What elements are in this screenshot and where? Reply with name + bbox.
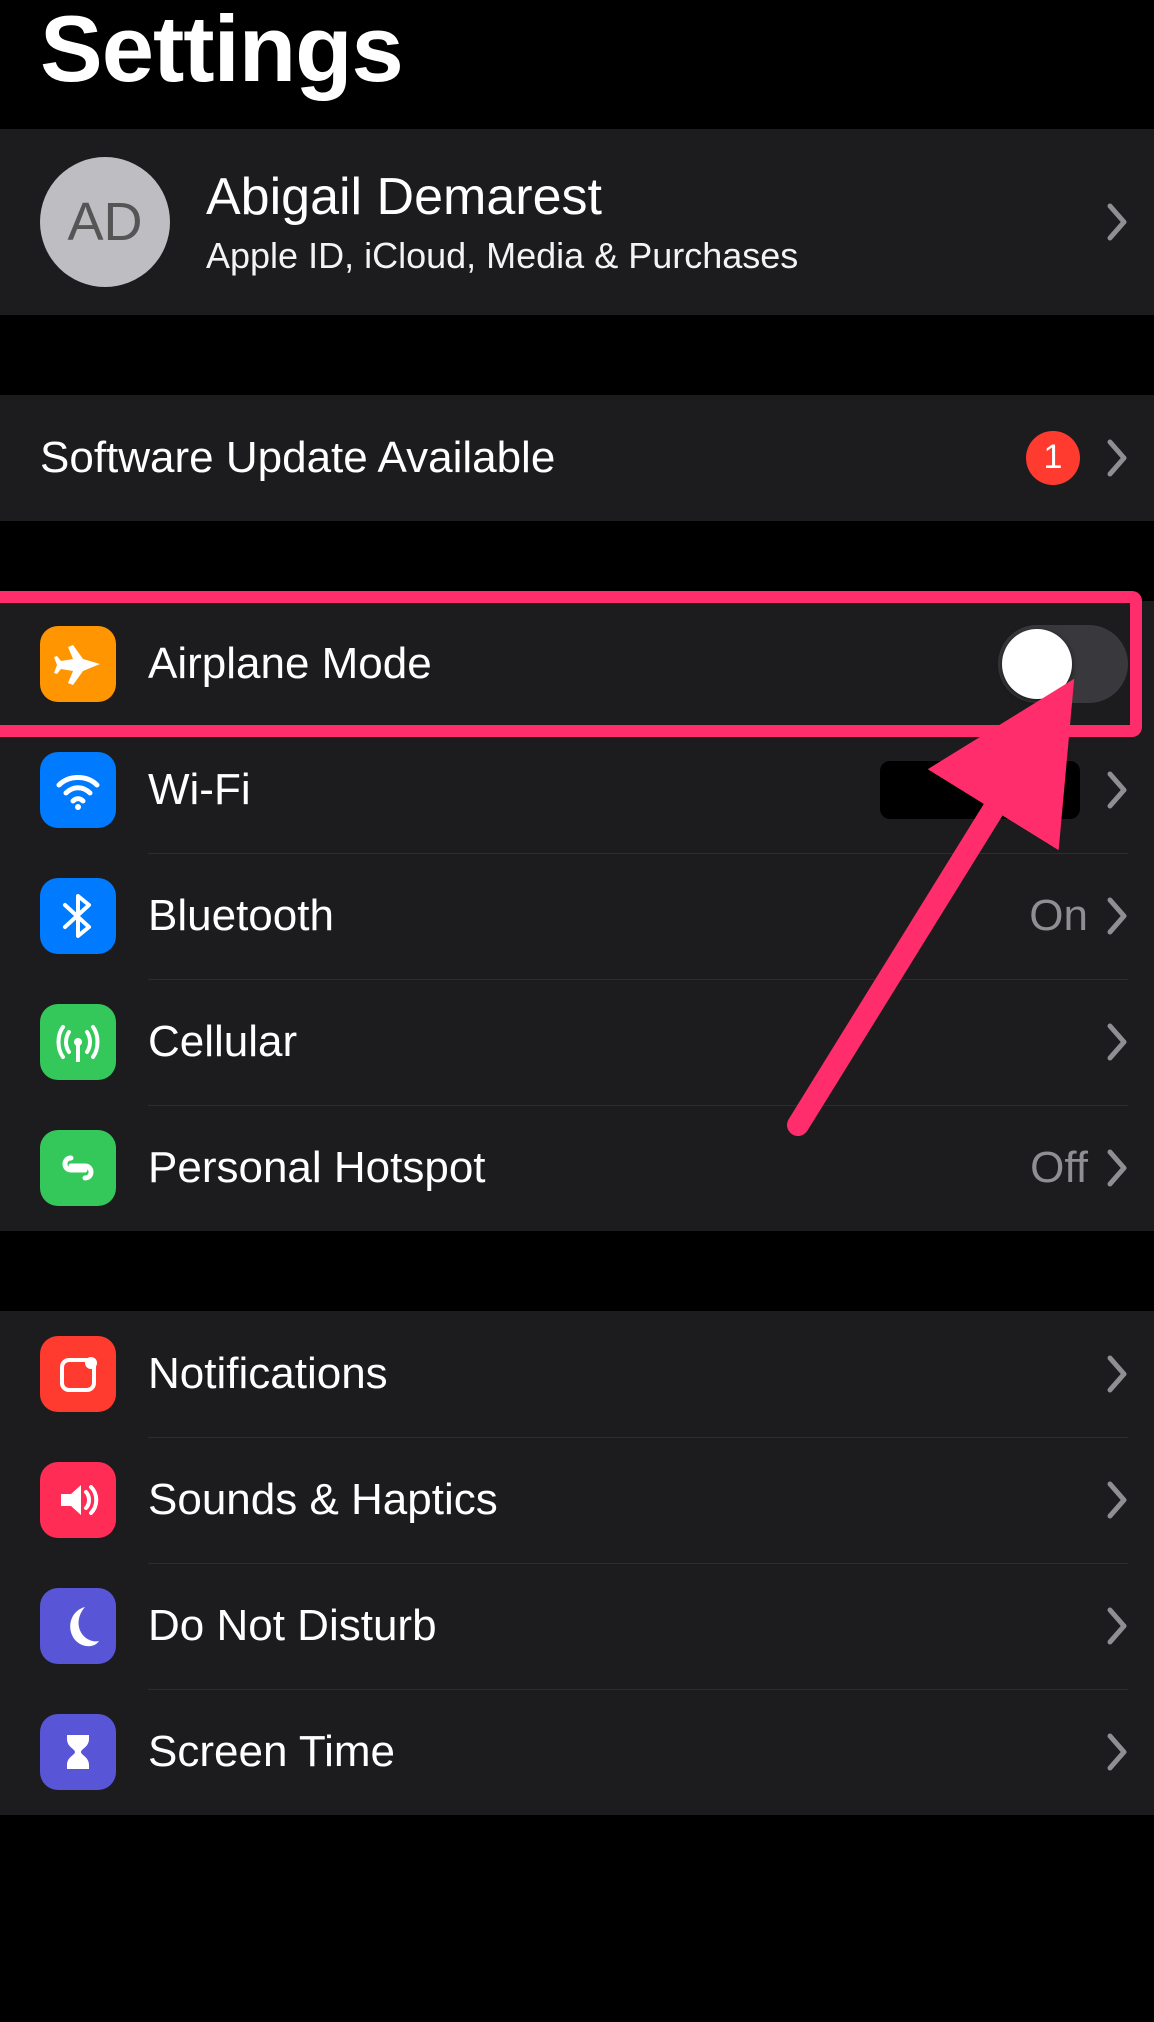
hotspot-row[interactable]: Personal Hotspot Off [0,1105,1154,1231]
chevron-right-icon [1106,770,1128,810]
airplane-icon [40,626,116,702]
notifications-icon [40,1336,116,1412]
wifi-value-redacted [880,761,1080,819]
chevron-right-icon [1106,1732,1128,1772]
sounds-icon [40,1462,116,1538]
software-update-label: Software Update Available [0,433,1026,483]
connectivity-group: Airplane Mode Wi-Fi Bluetooth On [0,601,1154,1231]
profile-group: AD Abigail Demarest Apple ID, iCloud, Me… [0,129,1154,315]
dnd-row[interactable]: Do Not Disturb [0,1563,1154,1689]
chevron-right-icon [1106,896,1128,936]
airplane-mode-row[interactable]: Airplane Mode [0,601,1154,727]
wifi-row[interactable]: Wi-Fi [0,727,1154,853]
hourglass-icon [40,1714,116,1790]
software-update-row[interactable]: Software Update Available 1 [0,395,1154,521]
airplane-label: Airplane Mode [148,639,998,689]
bluetooth-value: On [1029,891,1088,941]
general-group: Notifications Sounds & Haptics Do Not Di… [0,1311,1154,1815]
moon-icon [40,1588,116,1664]
chevron-right-icon [1106,1606,1128,1646]
hotspot-icon [40,1130,116,1206]
airplane-mode-toggle[interactable] [998,625,1128,703]
toggle-knob [1002,629,1072,699]
sounds-row[interactable]: Sounds & Haptics [0,1437,1154,1563]
wifi-icon [40,752,116,828]
cellular-label: Cellular [148,1017,1106,1067]
bluetooth-row[interactable]: Bluetooth On [0,853,1154,979]
chevron-right-icon [1106,1354,1128,1394]
hotspot-value: Off [1030,1143,1088,1193]
hotspot-label: Personal Hotspot [148,1143,1030,1193]
chevron-right-icon [1106,1022,1128,1062]
profile-name: Abigail Demarest [206,167,1106,227]
chevron-right-icon [1106,438,1128,478]
avatar: AD [40,157,170,287]
screentime-label: Screen Time [148,1727,1106,1777]
chevron-right-icon [1106,1148,1128,1188]
screentime-row[interactable]: Screen Time [0,1689,1154,1815]
bluetooth-icon [40,878,116,954]
cellular-icon [40,1004,116,1080]
apple-id-row[interactable]: AD Abigail Demarest Apple ID, iCloud, Me… [0,129,1154,315]
sounds-label: Sounds & Haptics [148,1475,1106,1525]
profile-text: Abigail Demarest Apple ID, iCloud, Media… [206,167,1106,277]
notifications-label: Notifications [148,1349,1106,1399]
dnd-label: Do Not Disturb [148,1601,1106,1651]
software-update-group: Software Update Available 1 [0,395,1154,521]
chevron-right-icon [1106,202,1128,242]
page-title: Settings [0,0,1154,129]
notifications-row[interactable]: Notifications [0,1311,1154,1437]
bluetooth-label: Bluetooth [148,891,1029,941]
update-badge: 1 [1026,431,1080,485]
wifi-label: Wi-Fi [148,765,880,815]
profile-subtitle: Apple ID, iCloud, Media & Purchases [206,235,1106,277]
cellular-row[interactable]: Cellular [0,979,1154,1105]
chevron-right-icon [1106,1480,1128,1520]
